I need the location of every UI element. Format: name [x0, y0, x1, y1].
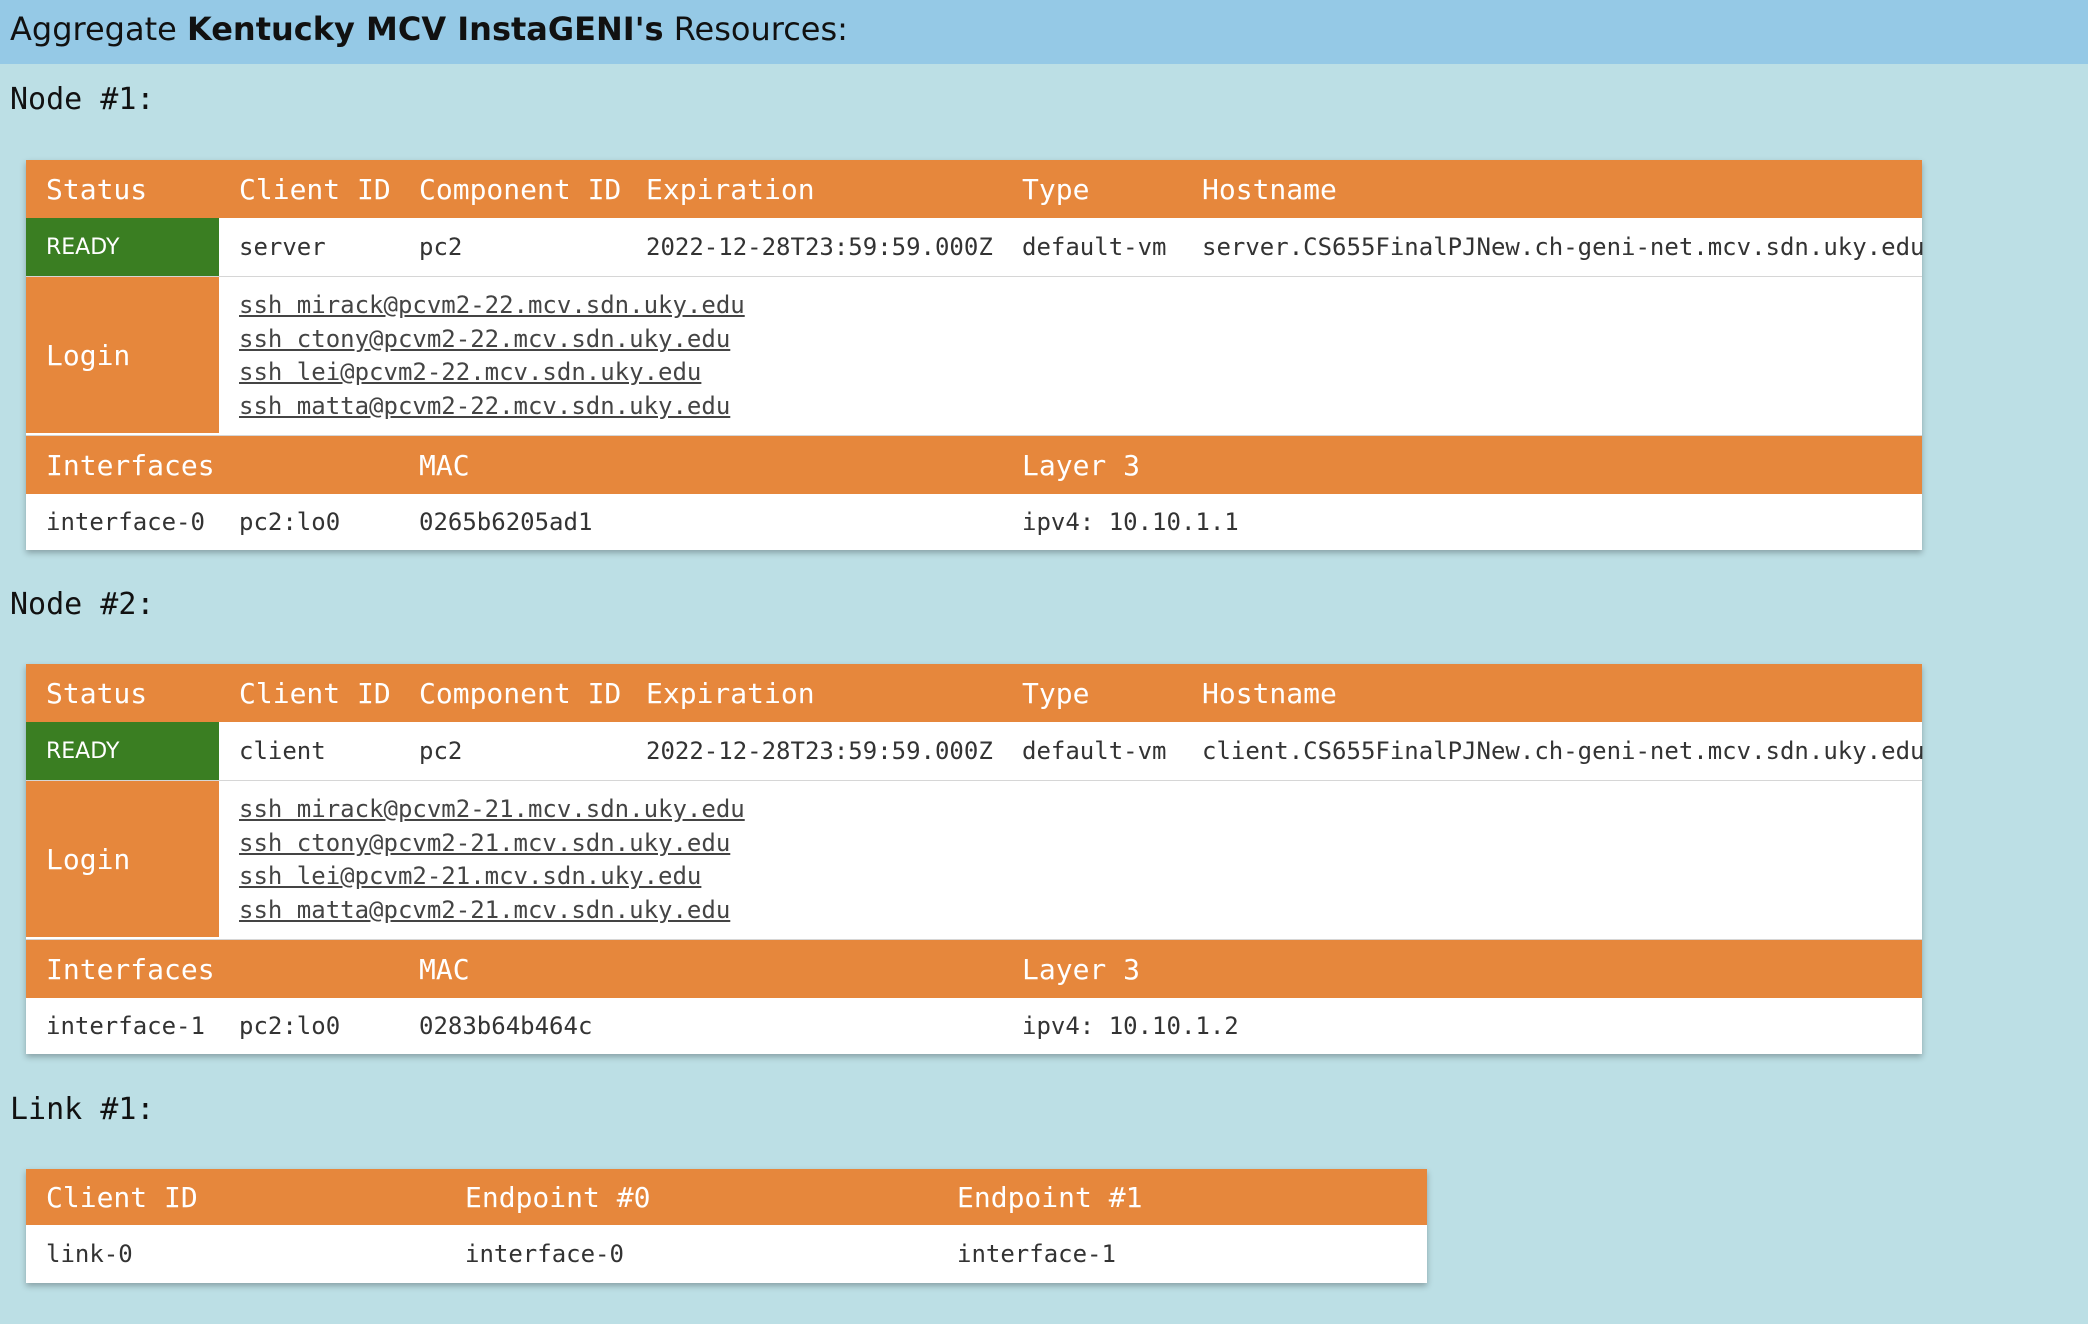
ssh-login-link[interactable]: ssh matta@pcvm2-21.mcv.sdn.uky.edu	[239, 894, 745, 928]
interface-row: interface-1 pc2:lo0 0283b64b464c ipv4: 1…	[26, 998, 1922, 1054]
node-2-table: Status Client ID Component ID Expiration…	[26, 664, 1925, 1054]
link-1-title: Link #1:	[10, 1092, 155, 1127]
client-id: client	[239, 737, 326, 765]
node-1-table: Status Client ID Component ID Expiration…	[26, 160, 1925, 550]
login-row: Login ssh mirack@pcvm2-21.mcv.sdn.uky.ed…	[26, 781, 1922, 940]
login-links: ssh mirack@pcvm2-21.mcv.sdn.uky.edu ssh …	[219, 781, 745, 939]
col-expiration: Expiration	[646, 172, 815, 206]
interface-row: interface-0 pc2:lo0 0265b6205ad1 ipv4: 1…	[26, 494, 1922, 550]
login-row: Login ssh mirack@pcvm2-22.mcv.sdn.uky.ed…	[26, 277, 1922, 436]
col-status: Status	[46, 676, 148, 710]
link-1-table: Client ID Endpoint #0 Endpoint #1 link-0…	[26, 1169, 1427, 1283]
col-endpoint-0: Endpoint #0	[465, 1180, 651, 1214]
expiration: 2022-12-28T23:59:59.000Z	[646, 737, 993, 765]
col-mac: MAC	[419, 952, 470, 986]
aggregate-name: Kentucky MCV InstaGENI's	[186, 10, 664, 48]
link-header-row: Client ID Endpoint #0 Endpoint #1	[26, 1169, 1427, 1225]
node-type: default-vm	[1022, 737, 1167, 765]
col-type: Type	[1022, 172, 1090, 206]
col-client-id: Client ID	[239, 172, 391, 206]
ssh-login-link[interactable]: ssh mirack@pcvm2-22.mcv.sdn.uky.edu	[239, 289, 745, 323]
ssh-login-link[interactable]: ssh lei@pcvm2-21.mcv.sdn.uky.edu	[239, 860, 745, 894]
ssh-login-link[interactable]: ssh lei@pcvm2-22.mcv.sdn.uky.edu	[239, 356, 745, 390]
node-type: default-vm	[1022, 233, 1167, 261]
interface-name: interface-1	[46, 1012, 205, 1040]
page-title: Aggregate Kentucky MCV InstaGENI's Resou…	[0, 0, 2088, 64]
interface-name: interface-0	[46, 508, 205, 536]
interface-id: pc2:lo0	[239, 1012, 341, 1040]
col-link-client-id: Client ID	[46, 1180, 198, 1214]
mac-address: 0265b6205ad1	[419, 508, 593, 536]
col-client-id: Client ID	[239, 676, 391, 710]
component-id: pc2	[419, 737, 463, 765]
node-info-row: READY server pc2 2022-12-28T23:59:59.000…	[26, 218, 1925, 277]
component-id: pc2	[419, 233, 463, 261]
node-2-title: Node #2:	[10, 587, 155, 622]
col-layer3: Layer 3	[1022, 448, 1141, 482]
link-endpoint-1: interface-1	[957, 1240, 1116, 1268]
node-header-row: Status Client ID Component ID Expiration…	[26, 160, 1922, 218]
client-id: server	[239, 233, 326, 261]
col-interfaces: Interfaces	[46, 952, 215, 986]
ssh-login-link[interactable]: ssh matta@pcvm2-22.mcv.sdn.uky.edu	[239, 390, 745, 424]
status-badge: READY	[26, 722, 219, 780]
col-component-id: Component ID	[419, 172, 622, 206]
node-1-title: Node #1:	[10, 82, 155, 117]
ssh-login-link[interactable]: ssh mirack@pcvm2-21.mcv.sdn.uky.edu	[239, 793, 745, 827]
col-component-id: Component ID	[419, 676, 622, 710]
interfaces-header-row: Interfaces MAC Layer 3	[26, 436, 1922, 494]
col-endpoint-1: Endpoint #1	[957, 1180, 1143, 1214]
node-header-row: Status Client ID Component ID Expiration…	[26, 664, 1922, 722]
title-suffix: Resources:	[663, 10, 848, 48]
col-hostname: Hostname	[1202, 676, 1337, 710]
ssh-login-link[interactable]: ssh ctony@pcvm2-21.mcv.sdn.uky.edu	[239, 827, 745, 861]
col-status: Status	[46, 172, 148, 206]
node-info-row: READY client pc2 2022-12-28T23:59:59.000…	[26, 722, 1925, 781]
ssh-login-link[interactable]: ssh ctony@pcvm2-22.mcv.sdn.uky.edu	[239, 323, 745, 357]
layer3-address: ipv4: 10.10.1.1	[1022, 508, 1239, 536]
col-layer3: Layer 3	[1022, 952, 1141, 986]
hostname: client.CS655FinalPJNew.ch-geni-net.mcv.s…	[1202, 737, 1925, 765]
col-hostname: Hostname	[1202, 172, 1337, 206]
hostname: server.CS655FinalPJNew.ch-geni-net.mcv.s…	[1202, 233, 1925, 261]
layer3-address: ipv4: 10.10.1.2	[1022, 1012, 1239, 1040]
login-label: Login	[26, 781, 219, 939]
link-row: link-0 interface-0 interface-1	[26, 1225, 1427, 1283]
title-prefix: Aggregate	[10, 10, 187, 48]
col-type: Type	[1022, 676, 1090, 710]
col-mac: MAC	[419, 448, 470, 482]
login-links: ssh mirack@pcvm2-22.mcv.sdn.uky.edu ssh …	[219, 277, 745, 435]
link-client-id: link-0	[46, 1240, 133, 1268]
login-label: Login	[26, 277, 219, 435]
link-endpoint-0: interface-0	[465, 1240, 624, 1268]
interfaces-header-row: Interfaces MAC Layer 3	[26, 940, 1922, 998]
col-expiration: Expiration	[646, 676, 815, 710]
mac-address: 0283b64b464c	[419, 1012, 593, 1040]
interface-id: pc2:lo0	[239, 508, 341, 536]
expiration: 2022-12-28T23:59:59.000Z	[646, 233, 993, 261]
col-interfaces: Interfaces	[46, 448, 215, 482]
status-badge: READY	[26, 218, 219, 276]
